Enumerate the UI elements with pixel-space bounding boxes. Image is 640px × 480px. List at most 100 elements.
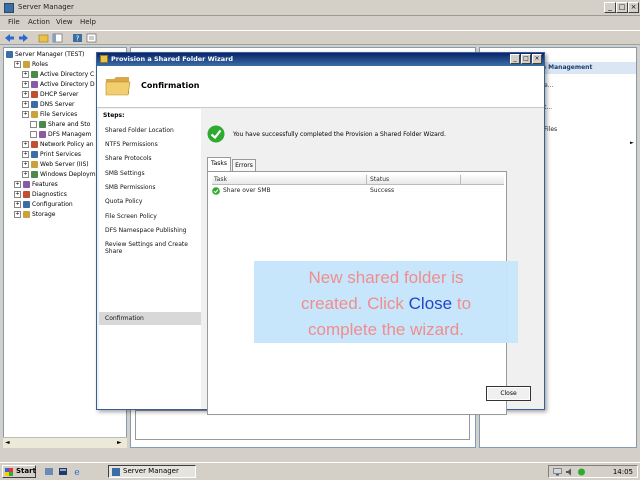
- expand-toggle-icon[interactable]: +: [22, 101, 29, 108]
- taskbar-clock: 14:05: [612, 468, 633, 476]
- tree-item-label: DNS Server: [40, 101, 75, 108]
- column-status[interactable]: Status: [370, 176, 389, 183]
- step-share-protocols: Share Protocols: [105, 155, 152, 162]
- expand-toggle-icon[interactable]: +: [22, 71, 29, 78]
- taskbar: Start e Server Manager 14:05: [0, 462, 640, 480]
- taskbar-server-manager[interactable]: Server Manager: [108, 465, 196, 478]
- action-item-2[interactable]: t...: [544, 104, 552, 111]
- submenu-arrow-icon[interactable]: ►: [630, 140, 634, 146]
- expand-toggle-icon[interactable]: +: [14, 201, 21, 208]
- close-button[interactable]: Close: [486, 386, 531, 401]
- tree-item[interactable]: DFS Managem: [30, 130, 91, 140]
- server-manager-title: Server Manager: [18, 3, 74, 11]
- callout-line-1: New shared folder is: [308, 268, 464, 287]
- start-button[interactable]: Start: [2, 465, 36, 478]
- tree-horizontal-scrollbar[interactable]: ◄ ►: [3, 437, 127, 448]
- close-icon[interactable]: ×: [628, 2, 639, 13]
- wizard-maximize-icon[interactable]: □: [521, 54, 531, 64]
- step-shared-folder-location: Shared Folder Location: [105, 127, 174, 134]
- server-manager-titlebar[interactable]: Server Manager _ □ ×: [0, 0, 640, 16]
- tree-item[interactable]: + Configuration: [14, 200, 73, 210]
- scroll-right-arrow-icon[interactable]: ►: [117, 439, 122, 446]
- expand-toggle-icon[interactable]: [30, 121, 37, 128]
- tree-item-label: Roles: [32, 61, 49, 68]
- tree-item[interactable]: + Active Directory D: [22, 80, 95, 90]
- tutorial-callout: New shared folder is created. Click Clos…: [254, 261, 518, 343]
- wizard-page-title: Confirmation: [141, 81, 200, 90]
- expand-toggle-icon[interactable]: +: [22, 171, 29, 178]
- menu-action[interactable]: Action: [28, 18, 50, 26]
- expand-toggle-icon[interactable]: [30, 131, 37, 138]
- expand-toggle-icon[interactable]: +: [14, 191, 21, 198]
- wizard-close-icon[interactable]: ×: [532, 54, 542, 64]
- forward-arrow-icon[interactable]: [18, 33, 29, 43]
- properties-icon[interactable]: [86, 33, 97, 43]
- up-folder-icon[interactable]: [38, 33, 49, 43]
- show-hide-tree-icon[interactable]: [52, 33, 63, 43]
- security-tray-icon[interactable]: [577, 468, 586, 476]
- expand-toggle-icon[interactable]: +: [14, 181, 21, 188]
- menu-help[interactable]: Help: [80, 18, 96, 26]
- tree-item[interactable]: + Web Server (IIS): [22, 160, 89, 170]
- step-ntfs-permissions: NTFS Permissions: [105, 141, 158, 148]
- tree-item-label: Diagnostics: [32, 191, 67, 198]
- expand-toggle-icon[interactable]: +: [22, 161, 29, 168]
- tree-item[interactable]: Server Manager (TEST): [6, 50, 84, 60]
- step-smb-permissions: SMB Permissions: [105, 184, 156, 191]
- table-row[interactable]: Share over SMB Success: [212, 186, 504, 196]
- tab-errors[interactable]: Errors: [232, 159, 256, 171]
- scroll-left-arrow-icon[interactable]: ◄: [5, 439, 10, 446]
- tree-item-label: Network Policy an: [40, 141, 94, 148]
- tree-item[interactable]: + DNS Server: [22, 100, 75, 110]
- wizard-title-icon: [100, 55, 108, 63]
- menu-file[interactable]: File: [8, 18, 20, 26]
- tree-item-label: Web Server (IIS): [40, 161, 89, 168]
- tree-item-label: Features: [32, 181, 58, 188]
- tree-item[interactable]: + Roles: [14, 60, 48, 70]
- step-confirmation: Confirmation: [105, 315, 144, 322]
- tab-tasks[interactable]: Tasks: [207, 157, 231, 171]
- network-tray-icon[interactable]: [553, 468, 562, 476]
- expand-toggle-icon[interactable]: +: [14, 61, 21, 68]
- expand-toggle-icon[interactable]: +: [22, 81, 29, 88]
- tree-item[interactable]: + Active Directory C: [22, 70, 94, 80]
- action-item-3[interactable]: Files: [544, 126, 557, 133]
- expand-toggle-icon[interactable]: +: [22, 141, 29, 148]
- tree-item-label: Active Directory D: [40, 81, 95, 88]
- tree-item[interactable]: + File Services: [22, 110, 77, 120]
- wizard-titlebar[interactable]: Provision a Shared Folder Wizard _ □ ×: [97, 53, 544, 66]
- menu-view[interactable]: View: [56, 18, 73, 26]
- tree-item[interactable]: + Print Services: [22, 150, 81, 160]
- volume-tray-icon[interactable]: [565, 468, 574, 476]
- tree-node-icon: [23, 201, 30, 208]
- maximize-icon[interactable]: □: [616, 2, 628, 13]
- tree-node-icon: [23, 211, 30, 218]
- expand-toggle-icon[interactable]: +: [14, 211, 21, 218]
- back-arrow-icon[interactable]: [4, 33, 15, 43]
- wizard-content-pane: You have successfully completed the Prov…: [203, 109, 543, 415]
- expand-toggle-icon[interactable]: +: [22, 111, 29, 118]
- expand-toggle-icon[interactable]: +: [22, 91, 29, 98]
- tree-item[interactable]: + Features: [14, 180, 58, 190]
- quicklaunch-console-icon[interactable]: [58, 467, 68, 476]
- tree-item[interactable]: + DHCP Server: [22, 90, 79, 100]
- tree-item-label: Configuration: [32, 201, 73, 208]
- quicklaunch-server-manager-icon[interactable]: [44, 467, 54, 476]
- quicklaunch-internet-explorer-icon[interactable]: e: [72, 467, 82, 476]
- help-icon[interactable]: ?: [72, 33, 83, 43]
- row-success-icon: [212, 187, 220, 195]
- tree-item[interactable]: + Windows Deploym: [22, 170, 96, 180]
- wizard-minimize-icon[interactable]: _: [510, 54, 520, 64]
- tree-item[interactable]: + Storage: [14, 210, 55, 220]
- tree-item[interactable]: + Diagnostics: [14, 190, 67, 200]
- tree-item[interactable]: Share and Sto: [30, 120, 90, 130]
- task-list-header: Task Status: [212, 174, 504, 185]
- column-task[interactable]: Task: [214, 176, 227, 183]
- tree-item[interactable]: + Network Policy an: [22, 140, 94, 150]
- action-item-1[interactable]: e...: [544, 82, 553, 89]
- tree-node-icon: [31, 151, 38, 158]
- minimize-icon[interactable]: _: [604, 2, 616, 13]
- expand-toggle-icon[interactable]: +: [22, 151, 29, 158]
- tree-node-icon: [31, 101, 38, 108]
- step-smb-settings: SMB Settings: [105, 170, 145, 177]
